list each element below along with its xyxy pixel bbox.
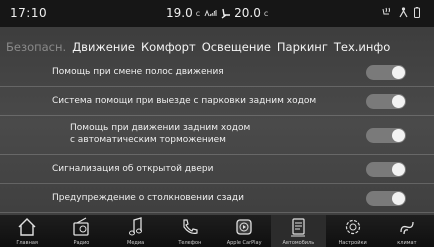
toggle-switch[interactable] (366, 94, 406, 109)
bottom-nav: Главная Радио Медиа Телефон Apple CarPla… (0, 215, 434, 247)
status-bar: 17:10 19.0 c 20.0 c (0, 0, 434, 27)
nav-radio[interactable]: Радио (54, 215, 108, 247)
toggle-switch[interactable] (366, 162, 406, 177)
tab-comfort[interactable]: Комфорт (141, 40, 196, 54)
nav-climate[interactable]: климат (380, 215, 434, 247)
setting-label-line1: Помощь при движении задним ходом (70, 123, 251, 133)
seat-heating-icon (381, 7, 393, 18)
setting-label: Помощь при движении задним ходом с автом… (70, 122, 250, 146)
phone-icon (163, 217, 217, 237)
setting-reverse-auto-brake[interactable]: Помощь при движении задним ходом с автом… (0, 116, 434, 155)
nav-media[interactable]: Медиа (109, 215, 163, 247)
nav-label: Настройки (338, 240, 367, 246)
status-icons (381, 7, 420, 18)
nav-label: Apple CarPlay (226, 240, 262, 246)
settings-tabs: Безопасн. Движение Комфорт Освещение Пар… (0, 36, 434, 58)
tab-tech-info[interactable]: Тех.инфо (334, 40, 390, 54)
settings-list: Помощь при смене полос движения Система … (0, 58, 434, 213)
toggle-knob (392, 163, 405, 176)
temp-unit-right: c (263, 8, 269, 18)
toggle-knob (392, 192, 405, 205)
carplay-icon (217, 217, 271, 237)
setting-lane-change-assist[interactable]: Помощь при смене полос движения (0, 58, 434, 87)
climate-icon (380, 217, 434, 237)
home-icon (0, 217, 54, 237)
music-icon (109, 217, 163, 237)
toggle-switch[interactable] (366, 128, 406, 143)
tab-security[interactable]: Безопасн. (6, 40, 66, 54)
toggle-knob (392, 66, 405, 79)
nav-home[interactable]: Главная (0, 215, 54, 247)
toggle-switch[interactable] (366, 65, 406, 80)
setting-door-open-alert[interactable]: Сигнализация об открытой двери (0, 155, 434, 184)
nav-label: Автомобиль (282, 240, 315, 246)
seat-icon (220, 8, 231, 19)
vehicle-icon (271, 217, 325, 237)
nav-carplay[interactable]: Apple CarPlay (217, 215, 271, 247)
setting-label-line2: с автоматическим торможением (70, 135, 226, 145)
toggle-switch[interactable] (366, 191, 406, 206)
radio-icon (54, 217, 108, 237)
toggle-knob (392, 95, 405, 108)
nav-label: Медиа (127, 240, 145, 246)
setting-label: Помощь при смене полос движения (52, 67, 224, 77)
nav-label: Главная (16, 240, 38, 246)
nav-label: климат (397, 240, 417, 246)
setting-label: Предупреждение о столкновении сзади (52, 193, 244, 203)
clock: 17:10 (10, 6, 48, 20)
nav-phone[interactable]: Телефон (163, 215, 217, 247)
infotainment-screen: 17:10 19.0 c 20.0 c Безопасн. Движение К… (0, 0, 434, 247)
tab-parking[interactable]: Паркинг (277, 40, 328, 54)
tab-driving[interactable]: Движение (72, 40, 135, 54)
setting-label: Система помощи при выезде с парковки зад… (52, 96, 317, 106)
temp-left: 19.0 (166, 6, 193, 20)
setting-label: Сигнализация об открытой двери (52, 164, 214, 174)
person-icon (399, 7, 408, 18)
setting-rear-cross-traffic[interactable]: Система помощи при выезде с парковки зад… (0, 87, 434, 116)
fan-icon (203, 8, 217, 18)
setting-rear-collision-warning[interactable]: Предупреждение о столкновении сзади (0, 184, 434, 213)
nav-vehicle[interactable]: Автомобиль (271, 215, 326, 247)
phone-battery-icon (414, 7, 420, 18)
nav-settings[interactable]: Настройки (326, 215, 380, 247)
settings-icon (326, 217, 380, 237)
temp-right: 20.0 (234, 6, 261, 20)
nav-label: Телефон (178, 240, 202, 246)
nav-label: Радио (73, 240, 90, 246)
toggle-knob (392, 129, 405, 142)
tab-lighting[interactable]: Освещение (202, 40, 271, 54)
climate-status[interactable]: 19.0 c 20.0 c (166, 6, 268, 20)
temp-unit-left: c (195, 8, 201, 18)
